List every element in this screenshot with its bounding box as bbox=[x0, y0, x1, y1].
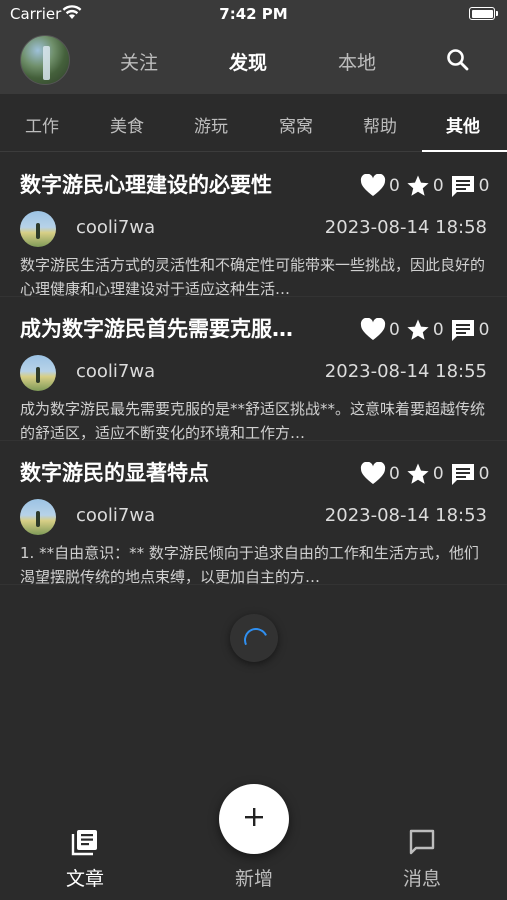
comment-icon[interactable] bbox=[450, 462, 476, 486]
article-card[interactable]: 数字游民心理建设的必要性 0 0 0 cooli7wa 2023-08-14 1… bbox=[0, 153, 507, 298]
add-button[interactable] bbox=[219, 784, 289, 854]
article-title[interactable]: 成为数字游民首先需要克服… bbox=[20, 313, 350, 343]
author-name[interactable]: cooli7wa bbox=[76, 217, 155, 238]
category-bar: 工作 美食 游玩 窝窝 帮助 其他 bbox=[0, 94, 507, 152]
author-name[interactable]: cooli7wa bbox=[76, 505, 155, 526]
add-button-label: 新增 bbox=[234, 868, 273, 890]
article-card[interactable]: 数字游民的显著特点 0 0 0 cooli7wa 2023-08-14 18:5… bbox=[0, 441, 507, 586]
loading-spinner bbox=[230, 614, 278, 662]
nav-articles-label: 文章 bbox=[65, 868, 104, 890]
star-count: 0 bbox=[432, 320, 444, 340]
article-title[interactable]: 数字游民心理建设的必要性 bbox=[20, 169, 350, 199]
like-count: 0 bbox=[389, 176, 400, 196]
like-count: 0 bbox=[389, 320, 400, 340]
star-icon[interactable] bbox=[406, 462, 430, 486]
top-header: Carrier 7:42 PM 关注 发现 本地 bbox=[0, 0, 507, 94]
nav-messages[interactable]: 消息 bbox=[377, 828, 467, 891]
author-avatar[interactable] bbox=[20, 499, 56, 535]
category-work[interactable]: 工作 bbox=[25, 112, 59, 137]
star-count: 0 bbox=[432, 464, 444, 484]
article-excerpt[interactable]: 成为数字游民最先需要克服的是**舒适区挑战**。这意味着要超越传统的舒适区，适应… bbox=[20, 397, 490, 445]
search-icon[interactable] bbox=[445, 47, 471, 73]
like-count: 0 bbox=[389, 464, 400, 484]
author-avatar[interactable] bbox=[20, 355, 56, 391]
plus-icon bbox=[243, 806, 265, 832]
heart-icon[interactable] bbox=[360, 462, 386, 486]
article-title[interactable]: 数字游民的显著特点 bbox=[20, 457, 350, 487]
author-avatar[interactable] bbox=[20, 211, 56, 247]
article-date: 2023-08-14 18:53 bbox=[324, 505, 487, 526]
article-date: 2023-08-14 18:55 bbox=[324, 361, 487, 382]
category-play[interactable]: 游玩 bbox=[194, 112, 228, 137]
category-other[interactable]: 其他 bbox=[446, 112, 480, 137]
active-category-indicator bbox=[422, 150, 507, 152]
category-food[interactable]: 美食 bbox=[110, 112, 144, 137]
article-card[interactable]: 成为数字游民首先需要克服… 0 0 0 cooli7wa 2023-08-14 … bbox=[0, 297, 507, 442]
star-count: 0 bbox=[432, 176, 444, 196]
heart-icon[interactable] bbox=[360, 318, 386, 342]
comment-count: 0 bbox=[478, 320, 490, 340]
comment-icon[interactable] bbox=[450, 318, 476, 342]
article-stats: 0 0 0 bbox=[360, 173, 495, 199]
articles-icon bbox=[71, 830, 99, 860]
author-name[interactable]: cooli7wa bbox=[76, 361, 155, 382]
star-icon[interactable] bbox=[406, 174, 430, 198]
comment-count: 0 bbox=[478, 176, 490, 196]
article-excerpt[interactable]: 1. **自由意识：** 数字游民倾向于追求自由的工作和生活方式，他们渴望摆脱传… bbox=[20, 541, 490, 589]
status-bar: Carrier 7:42 PM bbox=[0, 0, 507, 30]
comment-icon[interactable] bbox=[450, 174, 476, 198]
article-stats: 0 0 0 bbox=[360, 461, 495, 487]
battery-icon bbox=[469, 7, 498, 20]
star-icon[interactable] bbox=[406, 318, 430, 342]
status-time: 7:42 PM bbox=[219, 5, 288, 23]
message-icon bbox=[408, 829, 436, 860]
tab-discover[interactable]: 发现 bbox=[229, 48, 267, 75]
nav-articles[interactable]: 文章 bbox=[40, 828, 130, 891]
article-excerpt[interactable]: 数字游民生活方式的灵活性和不确定性可能带来一些挑战，因此良好的心理健康和心理建设… bbox=[20, 253, 490, 301]
nav-messages-label: 消息 bbox=[402, 868, 441, 890]
heart-icon[interactable] bbox=[360, 174, 386, 198]
category-nest[interactable]: 窝窝 bbox=[279, 112, 313, 137]
tab-local[interactable]: 本地 bbox=[338, 48, 376, 75]
user-avatar[interactable] bbox=[20, 35, 70, 85]
comment-count: 0 bbox=[478, 464, 490, 484]
article-stats: 0 0 0 bbox=[360, 317, 495, 343]
article-date: 2023-08-14 18:58 bbox=[324, 217, 487, 238]
category-help[interactable]: 帮助 bbox=[363, 112, 397, 137]
tab-follow[interactable]: 关注 bbox=[120, 48, 158, 75]
